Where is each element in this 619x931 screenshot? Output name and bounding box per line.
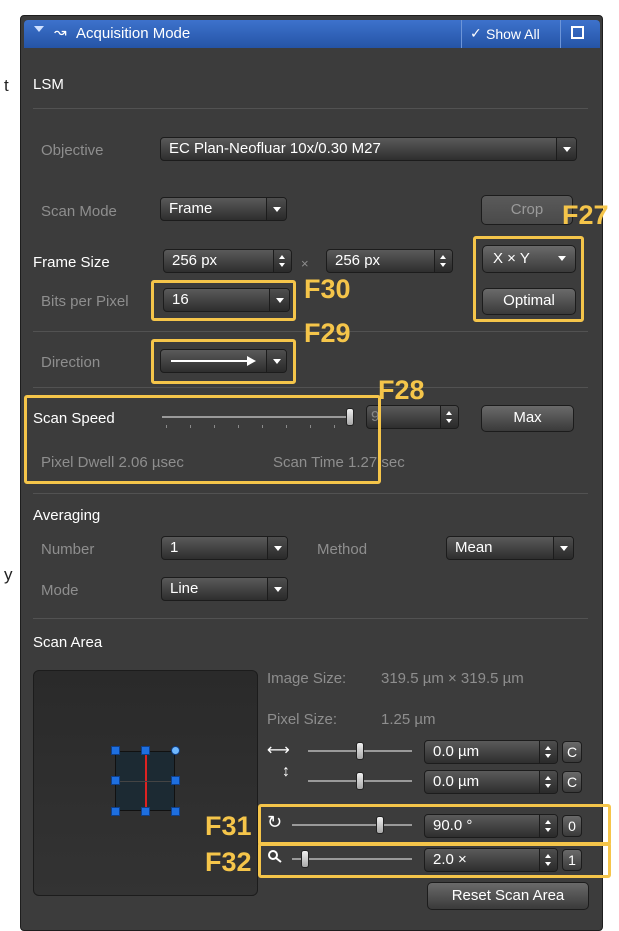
scan-mode-value: Frame [169,200,213,217]
averaging-mode-value: Line [170,580,199,597]
times-sign: × [301,256,309,271]
image-size-value: 319.5 µm × 319.5 µm [381,670,524,687]
spinner-icon[interactable] [440,406,458,428]
callout-label-f31: F31 [205,811,252,841]
scan-crosshair [116,781,174,782]
divider [33,387,588,388]
chevron-down-icon [267,537,287,559]
callout-label-f29: F29 [304,318,351,348]
callout-label-f30: F30 [304,274,351,304]
image-size-label: Image Size: [267,670,347,687]
objective-label: Objective [41,142,104,159]
panel-title: Acquisition Mode [76,25,191,42]
bits-per-pixel-label: Bits per Pixel [41,293,129,310]
frame-size-y-input[interactable]: 256 px [326,249,453,273]
clipped-text: t [4,76,9,95]
offset-y-value: 0.0 µm [433,773,480,790]
scan-mode-select[interactable]: Frame [160,197,287,221]
chevron-down-icon [266,198,286,220]
pixel-size-label: Pixel Size: [267,711,338,728]
objective-value: EC Plan-Neofluar 10x/0.30 M27 [169,140,381,157]
center-y-button[interactable]: C [562,771,582,793]
chevron-down-icon [556,138,576,160]
averaging-method-select[interactable]: Mean [446,536,574,560]
scan-mode-label: Scan Mode [41,203,117,220]
chevron-down-icon [553,537,573,559]
pixel-size-value: 1.25 µm [381,711,436,728]
callout-box-f28 [24,395,381,484]
divider [33,493,588,494]
slider-thumb[interactable] [356,742,364,760]
spinner-icon[interactable] [434,250,452,272]
spinner-icon[interactable] [539,741,557,763]
frame-size-label: Frame Size [33,254,110,271]
pin-arrow-icon: ↝ [54,24,67,41]
crop-button[interactable]: Crop [481,195,573,225]
scan-area-title: Scan Area [33,634,103,651]
callout-box-f29 [151,339,296,384]
resize-handle[interactable] [111,776,120,785]
callout-label-f28: F28 [378,375,425,405]
checkmark-icon: ✓ [470,25,482,41]
number-label: Number [41,541,95,558]
direction-label: Direction [41,354,101,371]
mode-label: Mode [41,582,79,599]
clipped-text: y [4,565,13,584]
frame-size-x-value: 256 px [172,252,218,269]
frame-size-y-value: 256 px [335,252,381,269]
callout-box-f30 [151,280,296,321]
page-edge: t y [0,0,20,931]
divider [461,20,462,48]
reset-scan-area-button[interactable]: Reset Scan Area [427,882,589,910]
resize-handle[interactable] [111,807,120,816]
divider [33,108,588,109]
callout-label-f32: F32 [205,847,252,877]
offset-y-slider[interactable] [308,770,414,792]
averaging-number-select[interactable]: 1 [161,536,288,560]
averaging-title: Averaging [33,507,101,524]
resize-handle[interactable] [171,807,180,816]
method-label: Method [317,541,368,558]
rotate-handle[interactable] [171,746,180,755]
horizontal-offset-icon: ⟷ [267,742,290,759]
resize-handle[interactable] [141,746,150,755]
scan-field[interactable] [115,751,175,811]
averaging-number-value: 1 [170,539,179,556]
spinner-icon[interactable] [273,250,291,272]
callout-box-f32 [258,842,611,878]
offset-x-slider[interactable] [308,740,414,762]
offset-x-input[interactable]: 0.0 µm [424,740,558,764]
callout-box-f31 [258,804,611,846]
collapse-icon[interactable] [34,26,44,32]
callout-label-f27: F27 [562,200,609,230]
chevron-down-icon [267,578,287,600]
spinner-icon[interactable] [539,771,557,793]
section-lsm: LSM [33,76,64,93]
callout-box-f27 [473,236,584,322]
resize-handle[interactable] [111,746,120,755]
offset-x-value: 0.0 µm [433,743,480,760]
show-all-toggle[interactable]: Show All [486,26,540,42]
averaging-method-value: Mean [455,539,493,556]
averaging-mode-select[interactable]: Line [161,577,288,601]
objective-select[interactable]: EC Plan-Neofluar 10x/0.30 M27 [160,137,577,161]
vertical-offset-icon: ↕ [282,763,290,780]
divider [560,20,561,48]
max-button[interactable]: Max [481,405,574,432]
resize-handle[interactable] [141,807,150,816]
frame-size-x-input[interactable]: 256 px [163,249,292,273]
divider [33,618,588,619]
panel-header[interactable]: ↝ Acquisition Mode ✓ Show All [24,20,600,48]
slider-thumb[interactable] [356,772,364,790]
resize-handle[interactable] [171,776,180,785]
undock-icon[interactable] [571,26,584,39]
center-x-button[interactable]: C [562,741,582,763]
offset-y-input[interactable]: 0.0 µm [424,770,558,794]
